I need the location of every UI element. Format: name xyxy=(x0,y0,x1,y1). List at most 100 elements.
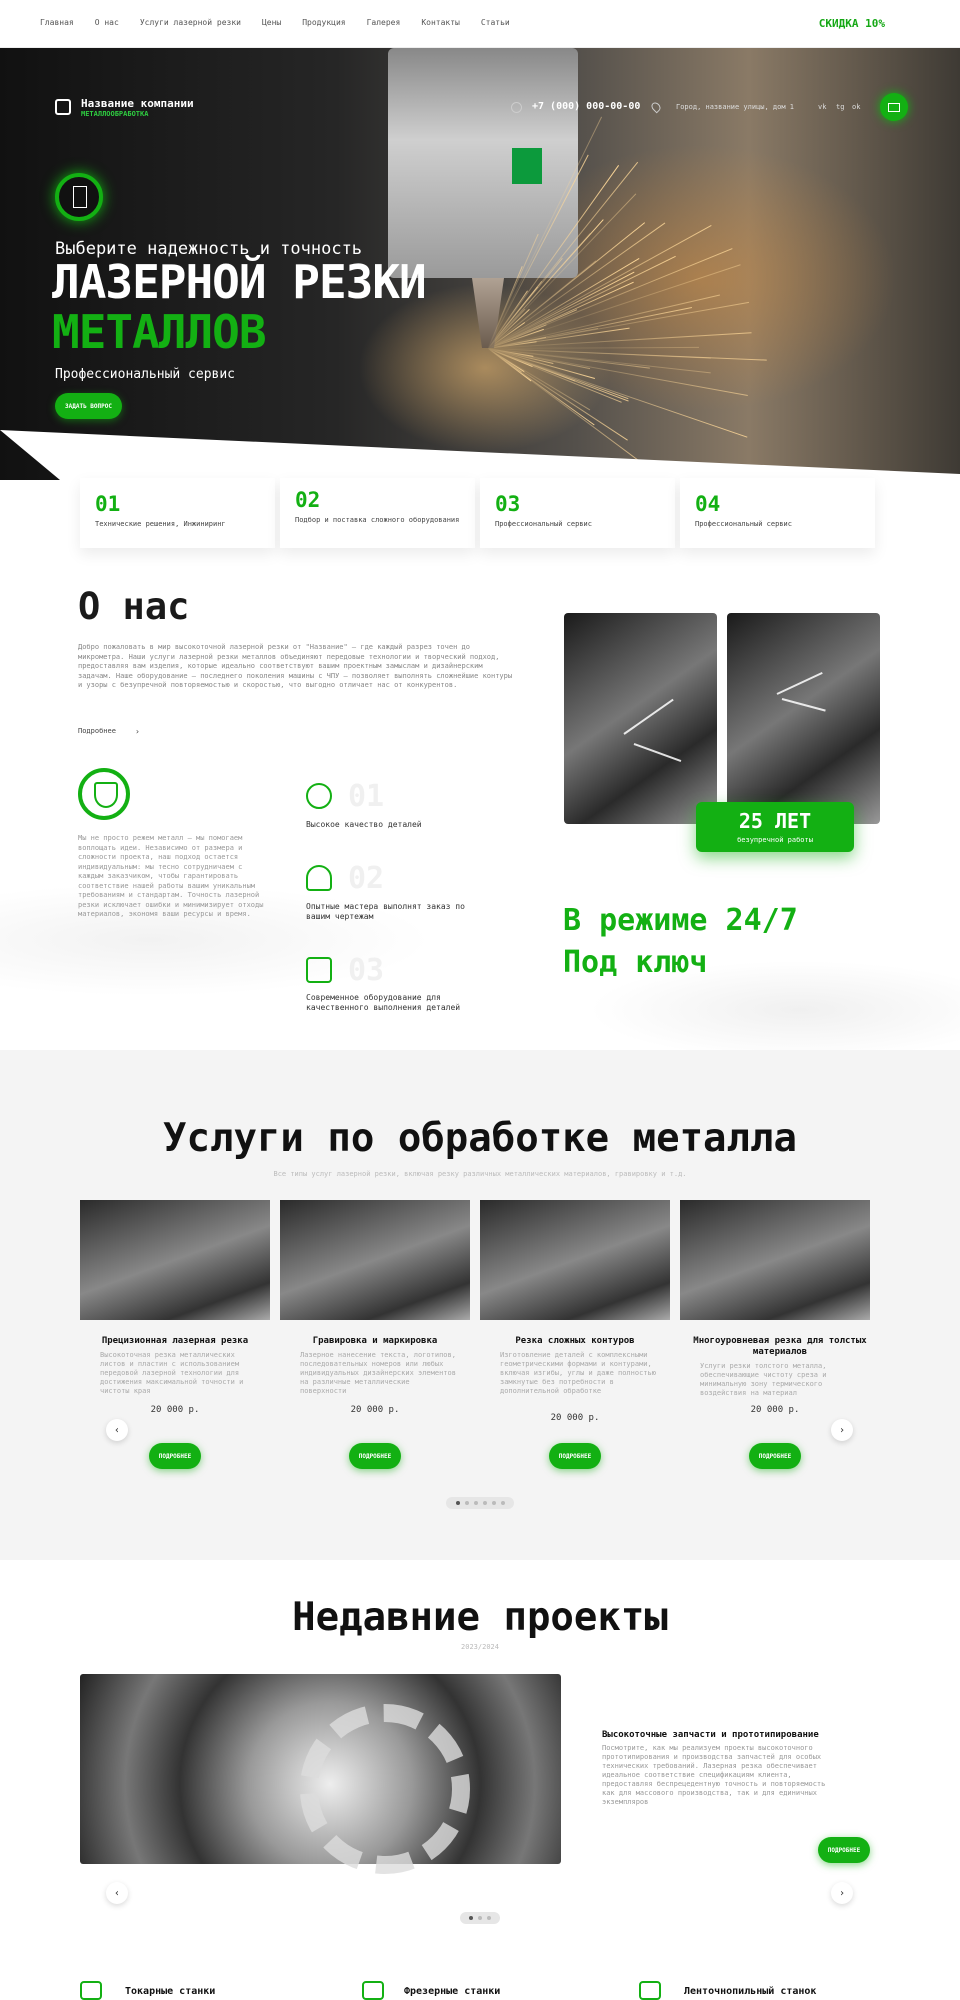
feature-card: 01 Технические решения, Инжиниринг xyxy=(80,478,275,548)
mail-icon[interactable] xyxy=(880,93,908,121)
milling-icon xyxy=(362,1981,384,2000)
slogan-24-7: В режиме 24/7 xyxy=(563,903,798,938)
vk-icon[interactable]: vk xyxy=(818,103,826,111)
feature-text: Профессиональный сервис xyxy=(495,520,665,529)
nav-item-articles[interactable]: Статьи xyxy=(481,18,510,27)
slider-dot[interactable] xyxy=(501,1501,505,1505)
gear-icon xyxy=(306,783,332,809)
gear-icon xyxy=(300,1704,470,1874)
hero-laser-head xyxy=(388,48,578,278)
service-more-button[interactable]: ПОДРОБНЕЕ xyxy=(749,1443,801,1469)
slogan-turnkey: Под ключ xyxy=(563,945,708,980)
discount-link[interactable]: СКИДКА 10% xyxy=(819,17,885,30)
machine-category-bandsaw[interactable]: Ленточнопильный станок xyxy=(684,1986,816,1997)
company-subtitle: МЕТАЛЛООБРАБОТКА xyxy=(81,110,148,118)
slider-dot[interactable] xyxy=(469,1916,473,1920)
feature-card: 04 Профессиональный сервис xyxy=(680,478,875,548)
slider-dot[interactable] xyxy=(478,1916,482,1920)
nav-item-about[interactable]: О нас xyxy=(95,18,119,27)
about-more-link[interactable]: Подробнее xyxy=(78,727,116,735)
slider-dot[interactable] xyxy=(487,1916,491,1920)
nav-item-laser-services[interactable]: Услуги лазерной резки xyxy=(140,18,241,27)
chevron-left-icon[interactable]: ‹ xyxy=(106,1882,128,1904)
service-card-title: Прецизионная лазерная резка xyxy=(80,1336,270,1347)
photo-spark xyxy=(634,743,682,762)
about-text-secondary: Мы не просто режем металл — мы помогаем … xyxy=(78,834,268,920)
slider-dot[interactable] xyxy=(465,1501,469,1505)
nav-item-gallery[interactable]: Галерея xyxy=(367,18,401,27)
chevron-right-icon[interactable]: › xyxy=(831,1882,853,1904)
hero-title: ЛАЗЕРНОЙ РЕЗКИ xyxy=(52,256,426,308)
about-photo-2 xyxy=(727,613,880,824)
chevron-right-icon[interactable]: › xyxy=(831,1419,853,1441)
emblem-icon xyxy=(78,768,130,820)
services-subtitle: Все типы услуг лазерной резки, включая р… xyxy=(0,1170,960,1178)
machine-category-milling[interactable]: Фрезерные станки xyxy=(404,1986,500,1997)
experience-years: 25 ЛЕТ xyxy=(696,809,854,833)
service-card-description: Изготовление деталей с комплексными геом… xyxy=(500,1351,660,1396)
slider-dot[interactable] xyxy=(474,1501,478,1505)
service-card-image[interactable] xyxy=(80,1200,270,1320)
company-name[interactable]: Название компании xyxy=(81,97,194,110)
service-more-button[interactable]: ПОДРОБНЕЕ xyxy=(149,1443,201,1469)
slider-dot[interactable] xyxy=(456,1501,460,1505)
photo-spark xyxy=(623,699,673,735)
telegram-icon[interactable]: tg xyxy=(836,103,844,111)
advantage-text: Опытные мастера выполнят заказ по вашим … xyxy=(306,902,491,922)
service-more-button[interactable]: ПОДРОБНЕЕ xyxy=(349,1443,401,1469)
service-more-button[interactable]: ПОДРОБНЕЕ xyxy=(549,1443,601,1469)
feature-card: 02 Подбор и поставка сложного оборудован… xyxy=(280,478,475,548)
service-card-title: Резка сложных контуров xyxy=(480,1336,670,1347)
service-card-image[interactable] xyxy=(280,1200,470,1320)
projects-title: Недавние проекты xyxy=(0,1595,960,1640)
machine-icon xyxy=(306,957,332,983)
ask-question-button[interactable]: ЗАДАТЬ ВОПРОС xyxy=(55,393,122,419)
hero-subtitle: Профессиональный сервис xyxy=(55,367,235,382)
chevron-left-icon[interactable]: ‹ xyxy=(106,1419,128,1441)
lathe-icon xyxy=(80,1981,102,2000)
nav-item-prices[interactable]: Цены xyxy=(262,18,281,27)
advantage-number: 03 xyxy=(348,953,384,988)
advantage-number: 01 xyxy=(348,779,384,814)
feature-text: Профессиональный сервис xyxy=(695,520,865,529)
hero-machine-part xyxy=(512,148,542,184)
service-card-description: Лазерное нанесение текста, логотипов, по… xyxy=(300,1351,460,1396)
projects-slider-dots xyxy=(460,1912,500,1924)
phone-link[interactable]: +7 (000) 000-00-00 xyxy=(532,101,640,112)
project-image[interactable] xyxy=(80,1674,561,1864)
hero-badge-icon xyxy=(55,173,103,221)
ok-icon[interactable]: ok xyxy=(852,103,860,111)
service-card-title: Многоуровневая резка для толстых материа… xyxy=(680,1336,880,1358)
service-card-description: Высокоточная резка металлических листов … xyxy=(100,1351,260,1396)
experience-badge: 25 ЛЕТ безупречной работы xyxy=(696,802,854,852)
project-more-button[interactable]: ПОДРОБНЕЕ xyxy=(818,1837,870,1863)
logo-icon[interactable] xyxy=(55,99,71,115)
projects-subtitle: 2023/2024 xyxy=(0,1643,960,1651)
chevron-right-icon[interactable]: › xyxy=(135,727,140,736)
services-title: Услуги по обработке металла xyxy=(0,1116,960,1161)
service-card-price: 20 000 р. xyxy=(280,1405,470,1415)
feature-text: Технические решения, Инжиниринг xyxy=(95,520,265,529)
feature-number: 01 xyxy=(95,492,120,516)
service-card-image[interactable] xyxy=(480,1200,670,1320)
nav-item-products[interactable]: Продукция xyxy=(302,18,345,27)
service-card-price: 20 000 р. xyxy=(480,1413,670,1423)
service-card-image[interactable] xyxy=(680,1200,870,1320)
service-card-price: 20 000 р. xyxy=(80,1405,270,1415)
nav-item-contacts[interactable]: Контакты xyxy=(421,18,460,27)
hero-title-accent: МЕТАЛЛОВ xyxy=(52,306,266,358)
feature-number: 04 xyxy=(695,492,720,516)
photo-spark xyxy=(782,698,826,712)
advantage-text: Высокое качество деталей xyxy=(306,820,491,830)
service-card-title: Гравировка и маркировка xyxy=(280,1336,470,1347)
project-title: Высокоточные запчасти и прототипирование xyxy=(602,1730,819,1740)
nav-item-home[interactable]: Главная xyxy=(40,18,74,27)
about-photo-1 xyxy=(564,613,717,824)
slider-dot[interactable] xyxy=(483,1501,487,1505)
feature-number: 02 xyxy=(295,488,320,512)
photo-spark xyxy=(777,672,823,695)
slider-dot[interactable] xyxy=(492,1501,496,1505)
top-bar: Главная О нас Услуги лазерной резки Цены… xyxy=(0,0,960,48)
advantage-text: Современное оборудование для качественно… xyxy=(306,993,491,1013)
machine-category-lathe[interactable]: Токарные станки xyxy=(125,1986,215,1997)
